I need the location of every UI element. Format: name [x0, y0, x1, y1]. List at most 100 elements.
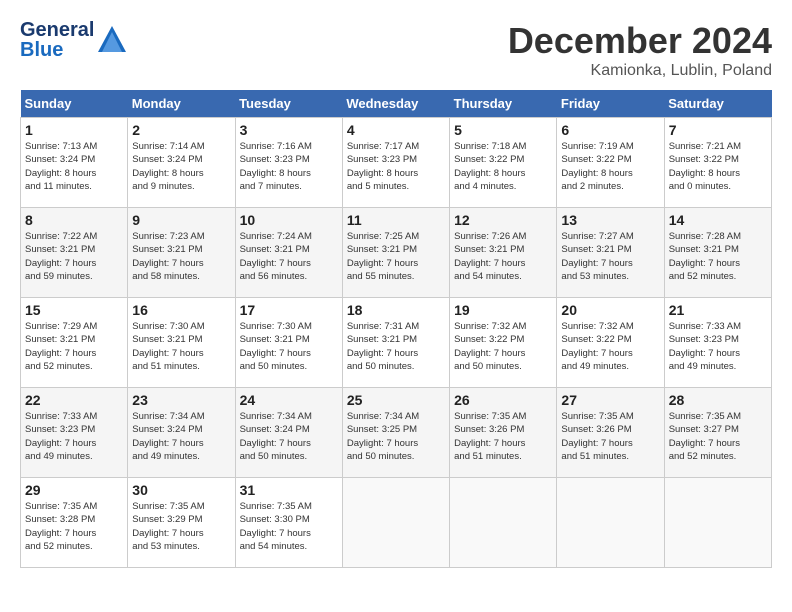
day-info: Sunrise: 7:23 AM Sunset: 3:21 PM Dayligh…	[132, 230, 230, 283]
day-number: 22	[25, 392, 123, 408]
logo-line1: General	[20, 20, 94, 40]
calendar-table: SundayMondayTuesdayWednesdayThursdayFrid…	[20, 90, 772, 568]
weekday-wednesday: Wednesday	[342, 90, 449, 118]
calendar-day-2: 2Sunrise: 7:14 AM Sunset: 3:24 PM Daylig…	[128, 118, 235, 208]
calendar-day-29: 29 Sunrise: 7:35 AM Sunset: 3:28 PM Dayli…	[21, 478, 128, 568]
calendar-day-19: 19 Sunrise: 7:32 AM Sunset: 3:22 PM Dayli…	[450, 298, 557, 388]
day-info: Sunrise: 7:24 AM Sunset: 3:21 PM Dayligh…	[240, 230, 338, 283]
calendar-body: 1Sunrise: 7:13 AM Sunset: 3:24 PM Daylig…	[21, 118, 772, 568]
day-info: Sunrise: 7:28 AM Sunset: 3:21 PM Dayligh…	[669, 230, 767, 283]
weekday-friday: Friday	[557, 90, 664, 118]
location-title: Kamionka, Lublin, Poland	[508, 62, 772, 80]
calendar-day-26: 26Sunrise: 7:35 AM Sunset: 3:26 PM Dayli…	[450, 388, 557, 478]
day-number: 27	[561, 392, 659, 408]
day-number: 14	[669, 212, 767, 228]
day-number: 7	[669, 122, 767, 138]
calendar-day-16: 16Sunrise: 7:30 AM Sunset: 3:21 PM Dayli…	[128, 298, 235, 388]
day-number: 4	[347, 122, 445, 138]
day-info: Sunrise: 7:13 AM Sunset: 3:24 PM Dayligh…	[25, 140, 123, 193]
day-number: 3	[240, 122, 338, 138]
calendar-day-5: 5 Sunrise: 7:18 AM Sunset: 3:22 PM Daylig…	[450, 118, 557, 208]
calendar-day-17: 17 Sunrise: 7:30 AM Sunset: 3:21 PM Dayli…	[235, 298, 342, 388]
day-number: 29	[25, 482, 123, 498]
day-info: Sunrise: 7:35 AM Sunset: 3:28 PM Dayligh…	[25, 500, 123, 553]
calendar-week-row: 1Sunrise: 7:13 AM Sunset: 3:24 PM Daylig…	[21, 118, 772, 208]
calendar-day-20: 20 Sunrise: 7:32 AM Sunset: 3:22 PM Dayli…	[557, 298, 664, 388]
weekday-tuesday: Tuesday	[235, 90, 342, 118]
day-info: Sunrise: 7:26 AM Sunset: 3:21 PM Dayligh…	[454, 230, 552, 283]
day-info: Sunrise: 7:19 AM Sunset: 3:22 PM Dayligh…	[561, 140, 659, 193]
day-info: Sunrise: 7:30 AM Sunset: 3:21 PM Dayligh…	[132, 320, 230, 373]
day-number: 11	[347, 212, 445, 228]
calendar-day-empty	[342, 478, 449, 568]
calendar-day-28: 28 Sunrise: 7:35 AM Sunset: 3:27 PM Dayli…	[664, 388, 771, 478]
day-info: Sunrise: 7:22 AM Sunset: 3:21 PM Dayligh…	[25, 230, 123, 283]
day-number: 8	[25, 212, 123, 228]
day-number: 5	[454, 122, 552, 138]
day-info: Sunrise: 7:25 AM Sunset: 3:21 PM Dayligh…	[347, 230, 445, 283]
day-info: Sunrise: 7:32 AM Sunset: 3:22 PM Dayligh…	[561, 320, 659, 373]
day-info: Sunrise: 7:33 AM Sunset: 3:23 PM Dayligh…	[669, 320, 767, 373]
day-number: 26	[454, 392, 552, 408]
day-number: 28	[669, 392, 767, 408]
logo-line2: Blue	[20, 40, 94, 60]
day-info: Sunrise: 7:31 AM Sunset: 3:21 PM Dayligh…	[347, 320, 445, 373]
day-info: Sunrise: 7:27 AM Sunset: 3:21 PM Dayligh…	[561, 230, 659, 283]
calendar-day-12: 12Sunrise: 7:26 AM Sunset: 3:21 PM Dayli…	[450, 208, 557, 298]
calendar-day-22: 22 Sunrise: 7:33 AM Sunset: 3:23 PM Dayli…	[21, 388, 128, 478]
weekday-monday: Monday	[128, 90, 235, 118]
calendar-day-empty	[664, 478, 771, 568]
calendar-day-3: 3Sunrise: 7:16 AM Sunset: 3:23 PM Daylig…	[235, 118, 342, 208]
logo: General Blue	[20, 20, 128, 60]
day-number: 6	[561, 122, 659, 138]
calendar-day-4: 4Sunrise: 7:17 AM Sunset: 3:23 PM Daylig…	[342, 118, 449, 208]
weekday-sunday: Sunday	[21, 90, 128, 118]
day-number: 30	[132, 482, 230, 498]
calendar-day-31: 31 Sunrise: 7:35 AM Sunset: 3:30 PM Dayli…	[235, 478, 342, 568]
day-info: Sunrise: 7:30 AM Sunset: 3:21 PM Dayligh…	[240, 320, 338, 373]
day-info: Sunrise: 7:21 AM Sunset: 3:22 PM Dayligh…	[669, 140, 767, 193]
calendar-day-25: 25Sunrise: 7:34 AM Sunset: 3:25 PM Dayli…	[342, 388, 449, 478]
calendar-day-1: 1Sunrise: 7:13 AM Sunset: 3:24 PM Daylig…	[21, 118, 128, 208]
calendar-day-23: 23 Sunrise: 7:34 AM Sunset: 3:24 PM Dayli…	[128, 388, 235, 478]
calendar-day-15: 15 Sunrise: 7:29 AM Sunset: 3:21 PM Dayli…	[21, 298, 128, 388]
day-info: Sunrise: 7:35 AM Sunset: 3:27 PM Dayligh…	[669, 410, 767, 463]
calendar-day-empty	[450, 478, 557, 568]
day-info: Sunrise: 7:29 AM Sunset: 3:21 PM Dayligh…	[25, 320, 123, 373]
day-number: 15	[25, 302, 123, 318]
day-info: Sunrise: 7:35 AM Sunset: 3:30 PM Dayligh…	[240, 500, 338, 553]
header: General Blue December 2024 Kamionka, Lub…	[20, 20, 772, 80]
day-info: Sunrise: 7:32 AM Sunset: 3:22 PM Dayligh…	[454, 320, 552, 373]
calendar-week-row: 22 Sunrise: 7:33 AM Sunset: 3:23 PM Dayli…	[21, 388, 772, 478]
day-info: Sunrise: 7:18 AM Sunset: 3:22 PM Dayligh…	[454, 140, 552, 193]
day-number: 31	[240, 482, 338, 498]
calendar-day-9: 9Sunrise: 7:23 AM Sunset: 3:21 PM Daylig…	[128, 208, 235, 298]
calendar-day-18: 18 Sunrise: 7:31 AM Sunset: 3:21 PM Dayli…	[342, 298, 449, 388]
day-info: Sunrise: 7:33 AM Sunset: 3:23 PM Dayligh…	[25, 410, 123, 463]
calendar-week-row: 29 Sunrise: 7:35 AM Sunset: 3:28 PM Dayli…	[21, 478, 772, 568]
day-info: Sunrise: 7:35 AM Sunset: 3:29 PM Dayligh…	[132, 500, 230, 553]
calendar-day-27: 27 Sunrise: 7:35 AM Sunset: 3:26 PM Dayli…	[557, 388, 664, 478]
month-title: December 2024	[508, 20, 772, 62]
calendar-week-row: 15 Sunrise: 7:29 AM Sunset: 3:21 PM Dayli…	[21, 298, 772, 388]
day-info: Sunrise: 7:34 AM Sunset: 3:24 PM Dayligh…	[240, 410, 338, 463]
day-number: 18	[347, 302, 445, 318]
logo-icon	[96, 24, 128, 56]
day-info: Sunrise: 7:34 AM Sunset: 3:24 PM Dayligh…	[132, 410, 230, 463]
calendar-day-7: 7 Sunrise: 7:21 AM Sunset: 3:22 PM Daylig…	[664, 118, 771, 208]
day-number: 20	[561, 302, 659, 318]
day-info: Sunrise: 7:35 AM Sunset: 3:26 PM Dayligh…	[561, 410, 659, 463]
calendar-day-24: 24 Sunrise: 7:34 AM Sunset: 3:24 PM Dayli…	[235, 388, 342, 478]
calendar-day-21: 21Sunrise: 7:33 AM Sunset: 3:23 PM Dayli…	[664, 298, 771, 388]
day-number: 25	[347, 392, 445, 408]
calendar-day-13: 13 Sunrise: 7:27 AM Sunset: 3:21 PM Dayli…	[557, 208, 664, 298]
day-number: 19	[454, 302, 552, 318]
day-number: 17	[240, 302, 338, 318]
weekday-header-row: SundayMondayTuesdayWednesdayThursdayFrid…	[21, 90, 772, 118]
day-number: 13	[561, 212, 659, 228]
day-number: 23	[132, 392, 230, 408]
calendar-day-6: 6 Sunrise: 7:19 AM Sunset: 3:22 PM Daylig…	[557, 118, 664, 208]
day-info: Sunrise: 7:14 AM Sunset: 3:24 PM Dayligh…	[132, 140, 230, 193]
weekday-saturday: Saturday	[664, 90, 771, 118]
day-number: 24	[240, 392, 338, 408]
